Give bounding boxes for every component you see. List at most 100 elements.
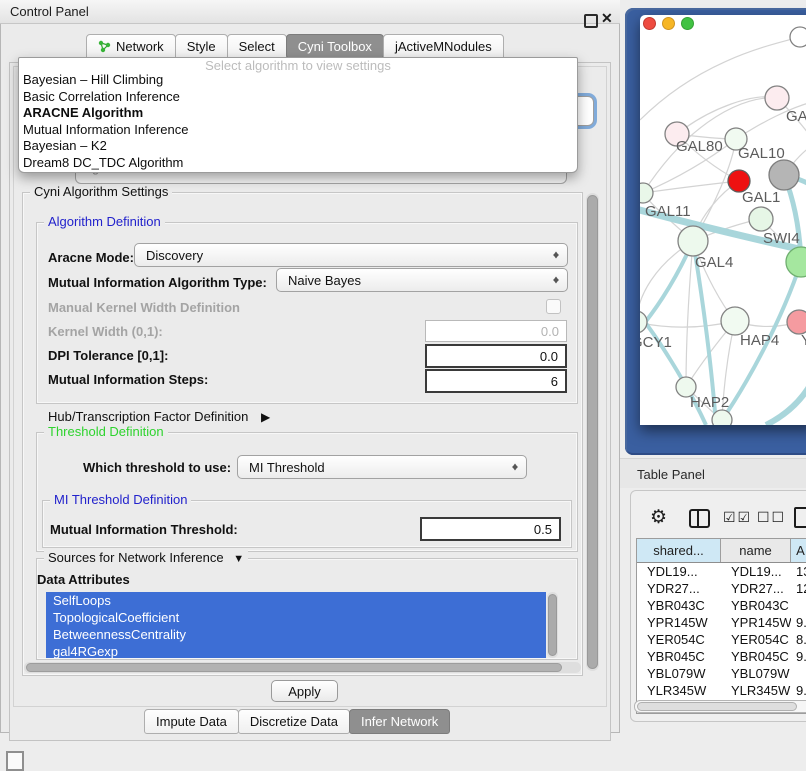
table-row[interactable]: YDL19...YDL19...13: [637, 563, 806, 580]
table-cell: YDL19...: [637, 563, 721, 580]
node-label-swi4: SWI4: [763, 230, 800, 247]
table-panel-header: Table Panel: [620, 458, 806, 488]
attribute-item-gal4rgexp[interactable]: gal4RGexp: [46, 643, 546, 658]
table-row[interactable]: YBL079WYBL079W: [637, 665, 806, 682]
close-icon[interactable]: ✕: [601, 10, 613, 27]
settings-horizontal-scrollbar[interactable]: [24, 662, 581, 673]
table-horizontal-scrollbar[interactable]: [634, 700, 806, 713]
dpi-tolerance-label: DPI Tolerance [0,1]:: [48, 348, 168, 363]
algorithm-option-dream8-dc-tdc-algorithm[interactable]: Dream8 DC_TDC Algorithm: [19, 155, 577, 172]
aracne-mode-combobox[interactable]: Discovery: [134, 243, 568, 267]
settings-vertical-scrollbar[interactable]: [586, 193, 599, 671]
which-threshold-label: Which threshold to use:: [83, 460, 231, 475]
algorithm-option-bayesian-hill-climbing[interactable]: Bayesian – Hill Climbing: [19, 72, 577, 89]
algorithm-option-bayesian-k2[interactable]: Bayesian – K2: [19, 138, 577, 155]
network-canvas[interactable]: GALGAL80GAL10GAL1GAL11SWI4GAL4GCY1HAP4YH…: [640, 15, 806, 425]
which-threshold-combobox[interactable]: MI Threshold: [237, 455, 527, 479]
tab-jactivemnodules[interactable]: jActiveMNodules: [383, 34, 504, 59]
table-cell: YBR043C: [721, 597, 791, 614]
table-horizontal-scrollbar-thumb[interactable]: [637, 702, 797, 711]
network-node[interactable]: [769, 160, 799, 190]
table-row[interactable]: YPR145WYPR145W9.: [637, 614, 806, 631]
manual-kernel-checkbox[interactable]: [546, 299, 561, 314]
node-table[interactable]: shared...nameA YDL19...YDL19...13YDR27..…: [636, 538, 806, 714]
column-header-shared[interactable]: shared...: [637, 539, 721, 562]
network-node[interactable]: [790, 27, 806, 47]
algorithm-definition-title: Algorithm Definition: [44, 214, 165, 229]
tab-discretize-data[interactable]: Discretize Data: [238, 709, 350, 734]
algorithm-option-aracne-algorithm[interactable]: ARACNE Algorithm: [19, 105, 577, 122]
settings-horizontal-scrollbar-thumb[interactable]: [26, 663, 562, 672]
attributes-vertical-scrollbar[interactable]: [547, 592, 558, 658]
network-node[interactable]: [640, 311, 647, 333]
float-window-icon[interactable]: [584, 14, 598, 28]
tab-style[interactable]: Style: [175, 34, 228, 59]
mi-type-value: Naive Bayes: [288, 273, 361, 288]
table-row[interactable]: YLR345WYLR345W9.: [637, 682, 806, 699]
network-node[interactable]: [640, 183, 653, 203]
mi-type-combobox[interactable]: Naive Bayes: [276, 268, 568, 292]
attributes-scrollbar-thumb[interactable]: [548, 594, 557, 656]
table-cell: YBR045C: [637, 648, 721, 665]
kernel-width-field[interactable]: 0.0: [425, 320, 567, 342]
tab-network[interactable]: Network: [86, 34, 176, 59]
hub-definition-toggle[interactable]: Hub/Transcription Factor Definition ▶: [48, 409, 270, 424]
node-label-gcy1: GCY1: [640, 334, 672, 351]
table-row[interactable]: YBR043CYBR043C: [637, 597, 806, 614]
mi-steps-value: 6: [551, 374, 558, 389]
tab-select[interactable]: Select: [227, 34, 287, 59]
tab-label: jActiveMNodules: [395, 39, 492, 54]
apply-button[interactable]: Apply: [271, 680, 338, 702]
network-view-window[interactable]: GALGAL80GAL10GAL1GAL11SWI4GAL4GCY1HAP4YH…: [640, 15, 806, 425]
collapsed-panel-icon[interactable]: [6, 751, 24, 771]
table-row[interactable]: YDR27...YDR27...12: [637, 580, 806, 597]
table-header-row[interactable]: shared...nameA: [637, 539, 806, 563]
sources-group-title[interactable]: Sources for Network Inference ▼: [44, 550, 248, 565]
attribute-item-topologicalcoefficient[interactable]: TopologicalCoefficient: [46, 609, 546, 626]
table-cell: YDL19...: [721, 563, 791, 580]
network-edge: [686, 241, 693, 387]
window-close-icon[interactable]: [643, 17, 656, 30]
node-label-gal80: GAL80: [676, 138, 723, 155]
network-node[interactable]: [678, 226, 708, 256]
tab-cyni-toolbox[interactable]: Cyni Toolbox: [286, 34, 384, 59]
gear-icon[interactable]: ⚙: [650, 506, 667, 529]
attribute-item-selfloops[interactable]: SelfLoops: [46, 592, 546, 609]
algorithm-option-basic-correlation-inference[interactable]: Basic Correlation Inference: [19, 89, 577, 106]
deselect-all-icon[interactable]: ☐☐: [757, 509, 786, 526]
network-node[interactable]: [749, 207, 773, 231]
table-cell: 9.: [791, 682, 806, 699]
network-node[interactable]: [721, 307, 749, 335]
select-all-icon[interactable]: ☑☑: [723, 509, 752, 526]
mi-steps-field[interactable]: 6: [425, 369, 567, 393]
kernel-width-value: 0.0: [541, 324, 559, 339]
attribute-item-betweennesscentrality[interactable]: BetweennessCentrality: [46, 626, 546, 643]
table-cell: 8.: [791, 631, 806, 648]
column-header-a[interactable]: A: [791, 539, 806, 562]
column-header-name[interactable]: name: [721, 539, 791, 562]
table-row[interactable]: YER054CYER054C8.: [637, 631, 806, 648]
network-node[interactable]: [786, 247, 806, 277]
export-table-icon[interactable]: [794, 507, 806, 528]
window-minimize-icon[interactable]: [662, 17, 675, 30]
dpi-tolerance-field[interactable]: 0.0: [425, 344, 567, 368]
columns-icon[interactable]: [689, 509, 710, 528]
network-node[interactable]: [712, 410, 732, 425]
table-cell: 9.: [791, 648, 806, 665]
tab-impute-data[interactable]: Impute Data: [144, 709, 239, 734]
expand-arrow-icon[interactable]: ▶: [261, 410, 270, 424]
mi-threshold-group-title: MI Threshold Definition: [50, 492, 191, 507]
data-attributes-list[interactable]: SelfLoopsTopologicalCoefficientBetweenne…: [46, 592, 546, 658]
algorithm-option-mutual-information-inference[interactable]: Mutual Information Inference: [19, 122, 577, 139]
node-label-gal1: GAL1: [742, 189, 780, 206]
window-zoom-icon[interactable]: [681, 17, 694, 30]
tab-infer-network[interactable]: Infer Network: [349, 709, 450, 734]
mi-threshold-field[interactable]: 0.5: [420, 517, 561, 541]
settings-vertical-scrollbar-thumb[interactable]: [587, 195, 598, 669]
network-node[interactable]: [787, 310, 806, 334]
table-cell: YDR27...: [721, 580, 791, 597]
network-node[interactable]: [765, 86, 789, 110]
cyni-algorithm-settings-title: Cyni Algorithm Settings: [30, 184, 172, 199]
collapse-arrow-icon[interactable]: ▼: [233, 553, 244, 565]
table-row[interactable]: YBR045CYBR045C9.: [637, 648, 806, 665]
